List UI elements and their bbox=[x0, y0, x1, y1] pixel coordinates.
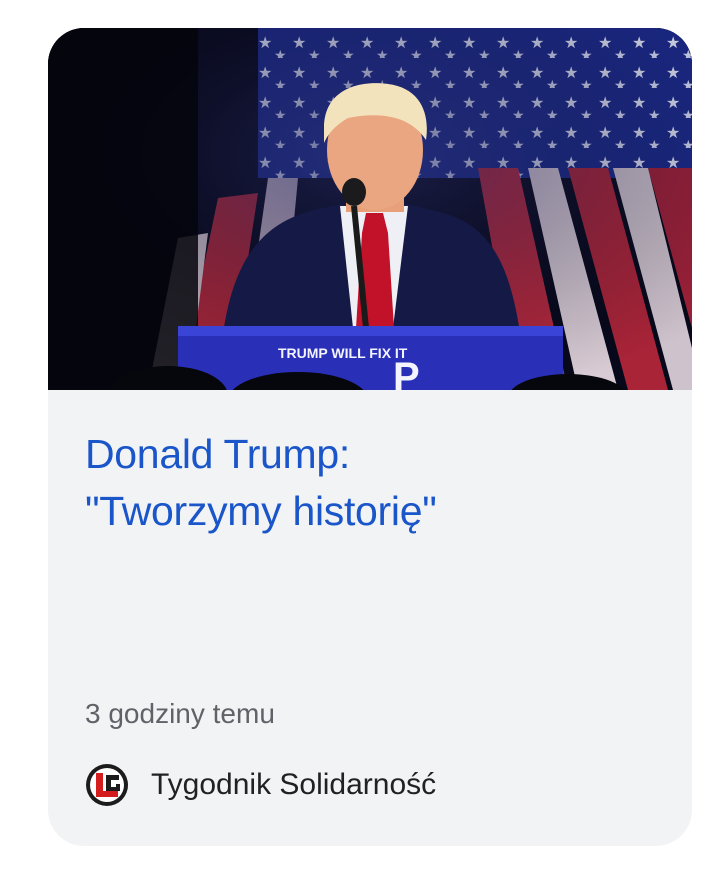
svg-text:P: P bbox=[393, 355, 420, 390]
source-name[interactable]: Tygodnik Solidarność bbox=[151, 768, 436, 802]
headline-line-1[interactable]: Donald Trump: bbox=[85, 431, 350, 477]
publish-time: 3 godziny temu bbox=[85, 698, 275, 729]
podium-text: TRUMP WILL FIX IT bbox=[278, 345, 408, 361]
headline-line-2[interactable]: "Tworzymy historię" bbox=[85, 488, 437, 534]
news-card[interactable]: ★ ★ bbox=[48, 28, 692, 846]
tygodnik-solidarnosc-logo-icon bbox=[86, 764, 128, 806]
source-row: Tygodnik Solidarność bbox=[85, 761, 436, 809]
article-headline[interactable]: Donald Trump: "Tworzymy historię" bbox=[85, 426, 665, 540]
article-thumbnail: ★ ★ bbox=[48, 28, 692, 390]
